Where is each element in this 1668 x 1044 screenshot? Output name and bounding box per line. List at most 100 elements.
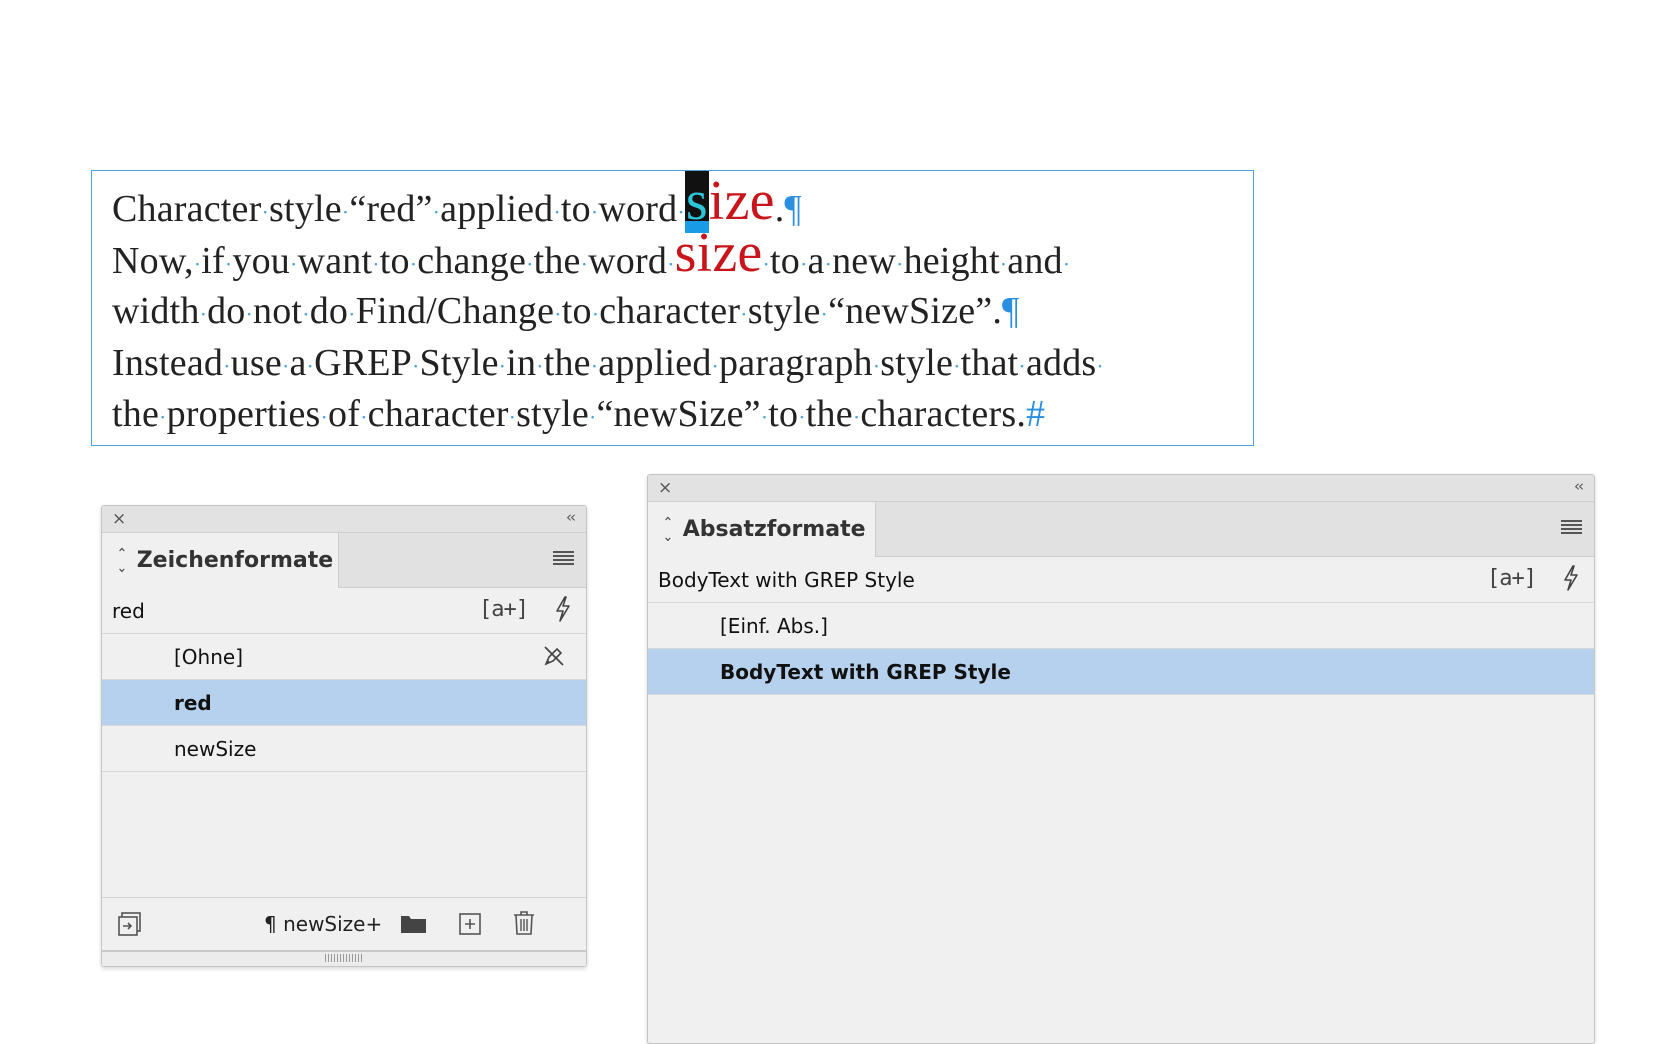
panel-menu-icon[interactable]: [1561, 520, 1582, 534]
word: not: [253, 290, 303, 332]
space-marker: ·: [372, 251, 380, 277]
space-marker: ·: [432, 199, 441, 225]
space-marker: ·: [1018, 353, 1026, 379]
tab-character-styles[interactable]: ⌃ ⌄ Zeichenformate: [102, 533, 339, 588]
space-marker: ·: [711, 353, 720, 379]
resize-grip[interactable]: [102, 950, 586, 966]
word: word: [598, 188, 678, 230]
collapse-icon[interactable]: ‹‹: [566, 508, 576, 526]
list-item-bodytext-grep[interactable]: BodyText with GREP Style: [648, 649, 1594, 695]
panel-titlebar[interactable]: × ‹‹: [102, 506, 586, 533]
list-item-label: BodyText with GREP Style: [720, 659, 1011, 684]
word: do: [207, 290, 246, 332]
text-line-4: Instead·use·a·GREP·Style·in·the·applied·…: [112, 338, 1242, 390]
word: a: [289, 341, 307, 384]
space-marker: ·: [223, 353, 231, 379]
list-item-einf-abs[interactable]: [Einf. Abs.]: [648, 603, 1594, 649]
current-style-name: red: [112, 598, 145, 623]
text-cursor-cap: [684, 171, 709, 181]
space-marker: ·: [799, 251, 808, 277]
style-override-label: ¶ newSize+: [264, 912, 383, 936]
word: that: [960, 341, 1019, 384]
expand-collapse-arrows-icon: ⌃ ⌄: [116, 545, 128, 576]
word: “newSize”.: [828, 290, 1003, 332]
current-style-row: BodyText with GREP Style [a+]: [648, 557, 1594, 603]
styled-word-size: size: [674, 221, 763, 284]
create-style-override-icon[interactable]: [a+]: [479, 597, 529, 622]
list-item-newsize[interactable]: newSize: [102, 726, 586, 772]
word: in: [506, 341, 537, 384]
space-marker: ·: [762, 251, 770, 277]
text-line-5: the·properties·of·character·style·“newSi…: [112, 389, 1242, 441]
list-item-label: newSize: [174, 736, 257, 761]
space-marker: ·: [302, 301, 310, 327]
word: Find/Change: [355, 290, 555, 332]
word: “red”: [349, 188, 433, 230]
word: character: [367, 393, 509, 435]
space-marker: ·: [1096, 353, 1104, 379]
space-marker: ·: [820, 301, 829, 327]
word: want: [297, 239, 373, 282]
close-icon[interactable]: ×: [112, 509, 126, 529]
quick-apply-icon[interactable]: [554, 596, 572, 622]
collapse-icon[interactable]: ‹‹: [1574, 477, 1584, 495]
word: do: [309, 290, 349, 332]
punctuation: .: [774, 188, 785, 230]
word: of: [328, 393, 361, 435]
word: if: [201, 239, 225, 282]
word: Now,: [112, 239, 194, 282]
word: style: [516, 393, 589, 435]
word: Style: [419, 341, 499, 384]
quick-apply-icon[interactable]: [1562, 565, 1580, 591]
end-of-story-mark: #: [1026, 393, 1046, 435]
word: the: [805, 393, 853, 435]
space-marker: ·: [245, 301, 254, 327]
word: to: [561, 290, 592, 332]
tab-paragraph-styles[interactable]: ⌃ ⌄ Absatzformate: [648, 502, 876, 557]
panel-menu-icon[interactable]: [553, 551, 574, 565]
word: word: [588, 239, 668, 282]
word: applied: [440, 188, 554, 230]
trash-icon[interactable]: [512, 910, 536, 936]
word: you: [232, 239, 291, 282]
word: and: [1007, 239, 1063, 282]
space-marker: ·: [824, 251, 833, 277]
word: the: [533, 239, 581, 282]
text-frame[interactable]: Character·style·“red”·applied·to·word·s i…: [91, 170, 1254, 446]
list-item-red[interactable]: red: [102, 680, 586, 726]
folder-icon[interactable]: [400, 912, 428, 936]
new-style-icon[interactable]: [458, 912, 482, 936]
list-item-ohne[interactable]: [Ohne]: [102, 634, 586, 680]
pilcrow-mark: ¶: [784, 188, 802, 230]
load-styles-icon[interactable]: [116, 910, 144, 938]
word: style: [269, 188, 342, 230]
space-marker: ·: [360, 404, 368, 430]
paragraph-styles-panel: × ‹‹ ⌃ ⌄ Absatzformate BodyText with GREP…: [647, 474, 1595, 1044]
space-marker: ·: [553, 199, 561, 225]
space-marker: ·: [412, 353, 420, 379]
current-style-row: red [a+]: [102, 588, 586, 634]
space-marker: ·: [896, 251, 904, 277]
space-marker: ·: [526, 251, 534, 277]
current-style-name: BodyText with GREP Style: [658, 567, 915, 592]
close-icon[interactable]: ×: [658, 478, 672, 498]
pen-crossed-icon: [544, 646, 564, 666]
word: to: [379, 239, 410, 282]
story-text[interactable]: Character·style·“red”·applied·to·word·s i…: [112, 171, 1242, 441]
panel-titlebar[interactable]: × ‹‹: [648, 475, 1594, 502]
list-item-label: red: [174, 690, 212, 715]
space-marker: ·: [798, 404, 806, 430]
word: use: [230, 341, 282, 384]
character-styles-panel: × ‹‹ ⌃ ⌄ Zeichenformate red [a+] [Ohne] r…: [101, 505, 587, 967]
word: style: [880, 341, 954, 384]
tab-label: Absatzformate: [682, 517, 866, 542]
word: GREP: [314, 341, 413, 384]
space-marker: ·: [536, 353, 544, 379]
space-marker: ·: [740, 301, 748, 327]
word: properties: [166, 393, 321, 435]
create-style-override-icon[interactable]: [a+]: [1487, 566, 1537, 591]
list-item-label: [Einf. Abs.]: [720, 613, 828, 638]
word: to: [768, 393, 799, 435]
space-marker: ·: [953, 353, 961, 379]
tab-row: ⌃ ⌄ Absatzformate: [648, 502, 1594, 557]
